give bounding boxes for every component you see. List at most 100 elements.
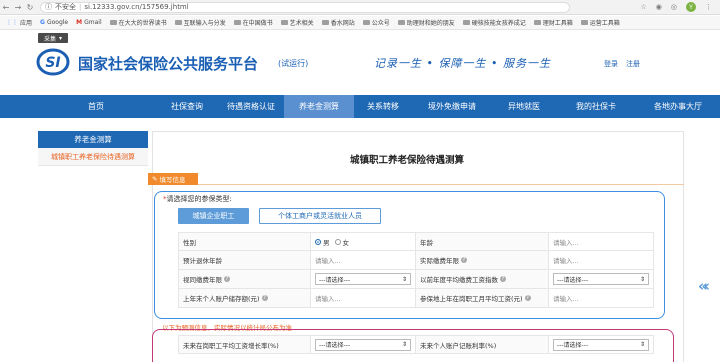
url-text: si.12333.gov.cn/157569.jhtml bbox=[84, 3, 189, 11]
bookmark-item[interactable]: 在中国做书 bbox=[233, 18, 273, 27]
radio-icon bbox=[334, 238, 341, 245]
folder-icon bbox=[462, 20, 470, 25]
help-icon[interactable]: ? bbox=[524, 295, 531, 301]
back-icon[interactable]: ← bbox=[0, 3, 12, 12]
select-arrow-icon: ⇕ bbox=[639, 341, 645, 348]
security-label: 不安全 bbox=[55, 3, 76, 11]
field-label: 性别 bbox=[178, 233, 311, 250]
slogan: 记录一生 • 保障一生 • 服务一生 bbox=[374, 57, 551, 70]
field-label: 未来个人账户记账利率(%) bbox=[416, 336, 549, 353]
nav-item[interactable]: 各地办事大厅 bbox=[636, 95, 720, 118]
bookmark-item[interactable]: 助理财和她的朋友 bbox=[397, 18, 455, 27]
field-label: 视同缴费年限? bbox=[178, 270, 311, 288]
divider bbox=[198, 184, 684, 185]
nav-item[interactable]: 关系转移 bbox=[354, 95, 412, 118]
bookmark-item[interactable]: 在大大的世界读书 bbox=[109, 18, 167, 27]
bookmark-item[interactable]: 硬核技能女孩养成记 bbox=[462, 18, 526, 27]
collect-button[interactable]: 采集 ▾ bbox=[38, 33, 68, 43]
folder-icon bbox=[280, 20, 288, 25]
form-row: 性别男女年龄 请输入... bbox=[178, 232, 654, 251]
avatar[interactable]: Y bbox=[686, 2, 696, 12]
help-icon[interactable]: ? bbox=[500, 276, 506, 282]
nav-item[interactable]: 境外免缴申请 bbox=[412, 95, 492, 118]
bookmark-item[interactable]: 艺术相关 bbox=[280, 18, 314, 27]
bookmark-item[interactable]: 公众号 bbox=[362, 18, 390, 27]
help-icon[interactable]: ? bbox=[461, 257, 467, 263]
extension-icon[interactable]: ◎ bbox=[671, 3, 677, 11]
star-icon[interactable]: ☆ bbox=[641, 3, 647, 11]
folder-icon bbox=[580, 20, 588, 25]
select-field[interactable]: ---请选择--- ⇕ bbox=[311, 336, 416, 353]
bookmark-item[interactable]: 互联输入与分发 bbox=[174, 18, 226, 27]
nav-item[interactable]: 异地就医 bbox=[492, 95, 556, 118]
browser-toolbar: ← → ↻ ⓘ 不安全 | si.12333.gov.cn/157569.jht… bbox=[0, 0, 720, 15]
folder-icon bbox=[533, 20, 541, 25]
field-label: 未来在岗职工平均工资增长率(%) bbox=[178, 336, 311, 353]
field-label: 上年末个人账户储存额(元)? bbox=[178, 289, 311, 307]
address-bar[interactable]: ⓘ 不安全 | si.12333.gov.cn/157569.jhtml bbox=[40, 1, 570, 13]
nav-item[interactable]: 社保查询 bbox=[156, 95, 218, 118]
info-icon[interactable]: ⓘ bbox=[45, 2, 52, 12]
flexible-worker-button[interactable]: 个体工商户或灵活就业人员 bbox=[259, 208, 381, 224]
extension-icon[interactable]: ◉ bbox=[656, 3, 662, 11]
register-link[interactable]: 注册 bbox=[626, 59, 640, 69]
urban-worker-button[interactable]: 城镇企业职工 bbox=[178, 208, 249, 224]
login-link[interactable]: 登录 bbox=[604, 59, 618, 69]
bookmark-item[interactable]: G Google bbox=[40, 19, 68, 26]
site-title: 国家社会保险公共服务平台 bbox=[78, 55, 259, 73]
text-input[interactable]: 请输入... bbox=[549, 289, 654, 307]
field-label: 实际缴费年限? bbox=[416, 251, 549, 269]
select-arrow-icon: ⇕ bbox=[401, 341, 407, 348]
select-field[interactable]: ---请选择--- ⇕ bbox=[549, 336, 654, 353]
help-icon[interactable]: ? bbox=[261, 295, 268, 301]
folder-icon bbox=[397, 20, 405, 25]
pencil-icon: ✎ bbox=[152, 175, 158, 183]
text-input[interactable]: 请输入... bbox=[549, 233, 654, 250]
bookmark-item[interactable]: ⋮⋮ 应用 bbox=[6, 18, 32, 27]
form-grid: 性别男女年龄 请输入... 预计退休年龄 请输入... 实际缴费年限? 请输入... 视同缴… bbox=[178, 232, 654, 308]
folder-icon bbox=[321, 20, 329, 25]
sidebar: 养老金测算 城镇职工养老保险待遇测算 bbox=[38, 131, 148, 166]
forward-icon[interactable]: → bbox=[12, 3, 24, 12]
text-input[interactable]: 请输入... bbox=[311, 289, 416, 307]
form-row: 未来在岗职工平均工资增长率(%) ---请选择--- ⇕ 未来个人账户记账利率(%) -… bbox=[178, 335, 654, 354]
reload-icon[interactable]: ↻ bbox=[24, 3, 36, 12]
text-input[interactable]: 请输入... bbox=[549, 251, 654, 269]
collapse-arrow-icon[interactable]: «‹ bbox=[698, 277, 710, 295]
svg-text:SI: SI bbox=[45, 55, 60, 71]
select-arrow-icon: ⇕ bbox=[639, 275, 645, 283]
field-label: 年龄 bbox=[416, 233, 549, 250]
bookmark-item[interactable]: 香水网站 bbox=[321, 18, 355, 27]
select-arrow-icon: ⇕ bbox=[401, 275, 407, 283]
folder-icon bbox=[233, 20, 241, 25]
select-field[interactable]: ---请选择--- ⇕ bbox=[549, 270, 654, 288]
bookmark-item[interactable]: 理财工具箱 bbox=[533, 18, 573, 27]
nav-item[interactable]: 养老金测算 bbox=[284, 95, 354, 118]
apps-icon: ⋮⋮ bbox=[6, 19, 18, 26]
nav-item[interactable]: 首页 bbox=[36, 95, 156, 118]
forecast-grid: 未来在岗职工平均工资增长率(%) ---请选择--- ⇕ 未来个人账户记账利率(%) -… bbox=[178, 335, 654, 354]
nav-item[interactable]: 我的社保卡 bbox=[556, 95, 636, 118]
bookmark-item[interactable]: M Gmail bbox=[76, 19, 102, 26]
nav-item[interactable]: 待遇资格认证 bbox=[218, 95, 284, 118]
form-row: 视同缴费年限? ---请选择--- ⇕ 以前年度平均缴费工资指数? ---请选择--- ⇕ bbox=[178, 270, 654, 289]
select-field[interactable]: ---请选择--- ⇕ bbox=[311, 270, 416, 288]
folder-icon bbox=[362, 20, 370, 25]
gender-radio[interactable]: 男女 bbox=[311, 233, 416, 250]
radio-checked-icon bbox=[315, 238, 321, 245]
text-input[interactable]: 请输入... bbox=[311, 251, 416, 269]
folder-icon bbox=[109, 20, 117, 25]
gmail-icon: M bbox=[76, 19, 83, 26]
folder-icon bbox=[174, 20, 182, 25]
main-nav: 首页 社保查询 待遇资格认证 养老金测算 关系转移 境外免缴申请 异地就医 我的社保卡 各地办事… bbox=[0, 95, 720, 118]
bookmark-item[interactable]: 运营工具箱 bbox=[580, 18, 620, 27]
site-subtitle: (试运行) bbox=[278, 59, 309, 68]
form-row: 上年末个人账户储存额(元)? 请输入... 参保地上年在岗职工月平均工资(元)? 请输… bbox=[178, 289, 654, 308]
help-icon[interactable]: ? bbox=[224, 276, 230, 282]
bookmarks-bar: ⋮⋮ 应用 G Google M Gmail 在大大的世界读书 互联输入与分发 在中国做书 艺术相… bbox=[0, 16, 720, 30]
section-tag: ✎ 填写信息 bbox=[148, 173, 198, 185]
field-label: 预计退休年龄 bbox=[178, 251, 311, 269]
menu-icon[interactable]: ⋮ bbox=[705, 3, 712, 11]
google-icon: G bbox=[40, 19, 45, 26]
sidebar-item[interactable]: 城镇职工养老保险待遇测算 bbox=[38, 148, 148, 166]
